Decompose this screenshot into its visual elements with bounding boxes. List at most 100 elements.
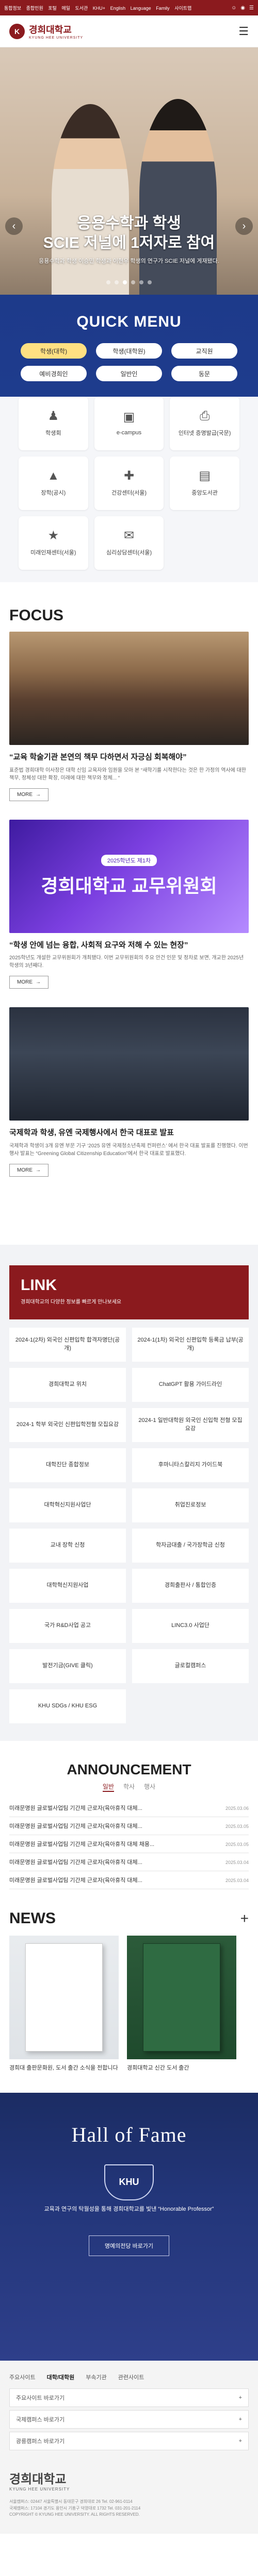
top-link[interactable]: 통합정보 [4,6,21,11]
top-link[interactable]: Language [131,6,151,11]
news-header: NEWS + [9,1910,249,1927]
quick-item-student-council[interactable]: ♟ 학생회 [19,397,88,450]
pagination-dot[interactable] [131,280,135,284]
news-title: NEWS [9,1909,56,1927]
announcement-title-text: 미래문명원 글로벌사업팀 기간제 근로자(육아휴직 대체... [9,1823,142,1829]
link-item[interactable]: 대학혁신지원사업단 [9,1488,126,1522]
hero-caption[interactable]: 응용수학과 학생 SCIE 저널에 1저자로 참여 응용수학과 학생 이승민 학… [0,214,258,265]
announcement-row[interactable]: 미래문명원 글로벌사업팀 기간제 근로자(육아휴직 대체... 2025.03.… [9,1871,249,1889]
top-link[interactable]: English [110,6,126,11]
link-item[interactable]: 취업진로정보 [132,1488,249,1522]
hall-of-fame-button[interactable]: 명예의전당 바로가기 [88,2235,170,2256]
pagination-dot[interactable] [106,280,110,284]
quick-item-counseling-center[interactable]: ✉ 심리상담센터(서울) [94,516,164,570]
top-link[interactable]: 사이트맵 [174,6,191,11]
announcement-title-text: 미래문명원 글로벌사업팀 기간제 근로자(육아휴직 대체 채용... [9,1841,155,1848]
announcement-tabs: 일반 학사 행사 [9,1782,249,1792]
quick-item-library[interactable]: ▤ 중앙도서관 [170,456,239,510]
hamburger-icon[interactable]: ☰ [238,25,249,38]
tab-academic[interactable]: 학사 [123,1782,135,1792]
more-button[interactable]: MORE → [9,788,49,801]
pagination-dot[interactable] [115,280,119,284]
announcement-section: ANNOUNCEMENT 일반 학사 행사 미래문명원 글로벌사업팀 기간제 근… [0,1741,258,1900]
link-item[interactable]: 후마니타스칼리지 가이드북 [132,1448,249,1482]
footer-tab[interactable]: 관련사이트 [118,2373,144,2381]
link-item[interactable]: 교내 장학 신청 [9,1528,126,1563]
announcement-date: 2025.03.04 [225,1877,249,1883]
logo-text: 경희대학교 [29,25,72,35]
focus-card-desc: 2025학년도 개설한 교무위원회가 개최됐다. 이번 교무위원회의 주요 안건… [9,955,244,969]
quick-item-scholarship[interactable]: ▲ 장학(공시) [19,456,88,510]
link-section: LINK 경희대학교의 다양한 정보를 빠르게 만나보세요 2024-1(2차)… [0,1244,258,1741]
news-card[interactable]: 경희대학교 신간 도서 출간 [127,1935,236,2072]
site-logo[interactable]: K 경희대학교 KYUNG HEE UNIVERSITY [9,23,83,40]
top-link[interactable]: 종합민원 [26,6,43,11]
link-item[interactable]: 2024-1(1차) 외국인 신편입학 등록금 납부(공개) [132,1327,249,1362]
link-item[interactable]: 국가 R&D사업 공고 [9,1608,126,1643]
top-link[interactable]: 메일 [61,6,70,11]
hall-title: Hall of Fame [71,2123,187,2146]
sitemap-icon[interactable]: ☰ [249,5,254,11]
link-item[interactable]: LINC3.0 사업단 [132,1608,249,1643]
announcement-row[interactable]: 미래문명원 글로벌사업팀 기간제 근로자(육아휴직 대체 채용... 2025.… [9,1835,249,1853]
link-item[interactable]: ChatGPT 활용 가이드라인 [132,1367,249,1402]
footer-select[interactable]: 국제캠퍼스 바로가기 + [9,2410,249,2429]
announcement-row[interactable]: 미래문명원 글로벌사업팀 기간제 근로자(육아휴직 대체... 2025.03.… [9,1799,249,1817]
quick-item-career-center[interactable]: ★ 미래인재센터(서울) [19,516,88,570]
tab-student-grad[interactable]: 학생(대학원) [96,343,162,359]
link-item[interactable]: 경희출판사 / 통합인증 [132,1568,249,1603]
globe-icon[interactable]: ◉ [240,5,245,11]
footer-tab[interactable]: 부속기관 [86,2373,106,2381]
quick-item-health-center[interactable]: ✚ 건강센터(서울) [94,456,164,510]
announcement-row[interactable]: 미래문명원 글로벌사업팀 기간제 근로자(육아휴직 대체... 2025.03.… [9,1817,249,1835]
link-item[interactable]: 2024-1(2차) 외국인 신편입학 합격자명단(공개) [9,1327,126,1362]
top-link[interactable]: 도서관 [75,6,88,11]
site-header: K 경희대학교 KYUNG HEE UNIVERSITY ☰ [0,15,258,47]
select-label: 주요사이트 바로가기 [16,2395,65,2401]
top-link[interactable]: KHU+ [93,6,105,11]
tab-public[interactable]: 일반인 [96,366,162,381]
tab-alumni[interactable]: 동문 [171,366,237,381]
link-item[interactable]: 경희대학교 위치 [9,1367,126,1402]
tab-staff[interactable]: 교직원 [171,343,237,359]
link-grid: 2024-1(2차) 외국인 신편입학 합격자명단(공개) 2024-1(1차)… [9,1327,249,1723]
focus-card-desc: 국제학과 학생이 3개 유엔 부문 기구 ‘2025 유엔 국제청소년축제 컨퍼… [9,1143,248,1157]
link-item[interactable]: KHU SDGs / KHU ESG [9,1689,126,1723]
link-item[interactable]: 2024-1 일반대학원 외국인 신입학 전형 모집요강 [132,1408,249,1442]
news-card[interactable]: 경희대 출판문화원, 도서 출간 소식을 전합니다 [9,1935,119,2072]
tab-general[interactable]: 일반 [102,1782,114,1792]
link-item[interactable]: 발전기금(GIVE 클릭) [9,1649,126,1683]
more-button[interactable]: MORE → [9,1163,49,1177]
focus-card[interactable]: 2025학년도 제1차 경희대학교 교무위원회 “학생 안에 넘는 융합, 사회… [9,819,249,989]
link-item[interactable]: 학자금대출 / 국가장학금 신청 [132,1528,249,1563]
focus-image [9,632,249,745]
tab-prospective[interactable]: 예비경희인 [21,366,87,381]
pagination-dot[interactable] [139,280,143,284]
link-item[interactable]: 대학혁신지원사업 [9,1568,126,1603]
news-card-title: 경희대학교 신간 도서 출간 [127,2064,189,2071]
footer-select[interactable]: 광릉캠퍼스 바로가기 + [9,2431,249,2450]
link-item[interactable]: 글로컬캠퍼스 [132,1649,249,1683]
top-utility-bar: 통합정보 종합민원 포털 메일 도서관 KHU+ English Languag… [0,0,258,15]
link-item[interactable]: 대학진단 종합정보 [9,1448,126,1482]
pagination-dot-active[interactable] [123,280,127,284]
plus-icon[interactable]: + [240,1910,249,1927]
more-button[interactable]: MORE → [9,976,49,989]
announcement-title: ANNOUNCEMENT [67,1761,191,1777]
profile-icon[interactable]: ☺ [231,5,236,11]
top-link[interactable]: 포털 [48,6,57,11]
laptop-icon: ▣ [123,410,135,424]
top-link[interactable]: Family [156,6,170,11]
footer-select[interactable]: 주요사이트 바로가기 + [9,2388,249,2407]
focus-card[interactable]: 국제학과 학생, 유엔 국제행사에서 한국 대표로 발표 국제학과 학생이 3개… [9,1007,249,1177]
quick-item-ecampus[interactable]: ▣ e-campus [94,397,164,450]
footer-tab-active[interactable]: 대학/대학원 [47,2373,75,2381]
quick-item-certificate[interactable]: ⎙ 인터넷 증명발급(국문) [170,397,239,450]
focus-card[interactable]: “교육 학술기관 본연의 책무 다하면서 자긍심 회복해야” 표준법 경희대학 … [9,632,249,801]
link-item[interactable]: 2024-1 학부 외국인 신편입학전형 모집요강 [9,1408,126,1442]
tab-events[interactable]: 행사 [144,1782,155,1792]
announcement-row[interactable]: 미래문명원 글로벌사업팀 기간제 근로자(육아휴직 대체... 2025.03.… [9,1853,249,1871]
footer-tab[interactable]: 주요사이트 [9,2373,36,2381]
pagination-dot[interactable] [148,280,152,284]
tab-student-undergrad[interactable]: 학생(대학) [21,343,87,359]
